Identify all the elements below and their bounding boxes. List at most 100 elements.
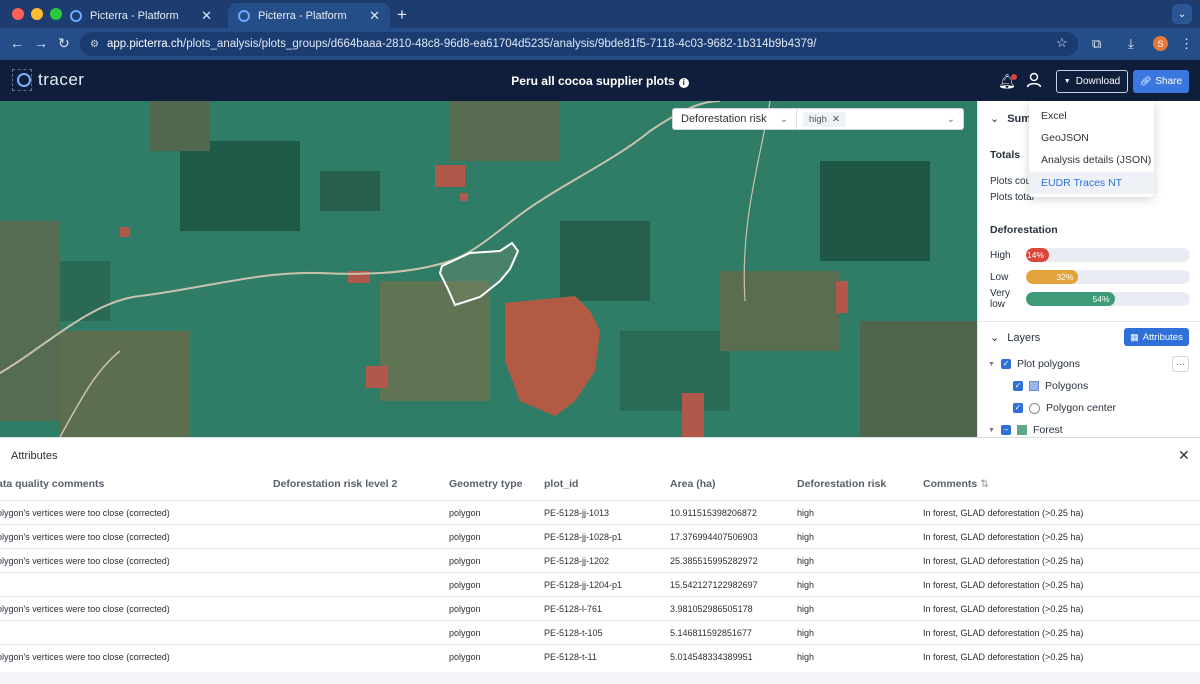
table-row[interactable]: olygon's vertices were too close (correc… [0, 596, 1200, 620]
column-header[interactable]: Area (ha) [670, 478, 716, 490]
tab-title: Picterra - Platform [258, 9, 347, 22]
menu-item-analysis-json[interactable]: Analysis details (JSON) [1029, 149, 1154, 171]
menu-item-geojson[interactable]: GeoJSON [1029, 127, 1154, 149]
download-button[interactable]: ▼ Download [1056, 70, 1128, 93]
layer-polygon-center[interactable]: ✓ Polygon center [1013, 402, 1116, 414]
browser-address-bar: ← → ↻ ⚙ app.picterra.ch/plots_analysis/p… [0, 28, 1200, 60]
deforestation-bar-very-low: Very low 54% [990, 288, 1190, 310]
column-header[interactable]: Comments ⇅ [923, 478, 989, 490]
remove-chip-icon[interactable]: ✕ [832, 114, 840, 125]
info-icon[interactable]: i [678, 78, 689, 88]
close-tab-icon[interactable]: ✕ [201, 8, 212, 24]
column-header[interactable]: Geometry type [449, 478, 523, 490]
bar-label: Low [990, 271, 1009, 283]
table-cell: PE-5128-jj-1028-p1 [544, 532, 623, 542]
table-cell: 15.542127122982697 [670, 580, 758, 590]
download-menu: Excel GeoJSON Analysis details (JSON) EU… [1029, 101, 1154, 197]
table-cell: In forest, GLAD deforestation (>0.25 ha) [923, 580, 1084, 590]
new-tab-icon[interactable]: + [397, 5, 407, 25]
close-icon[interactable]: ✕ [1178, 447, 1190, 464]
sort-icon[interactable]: ⇅ [980, 478, 989, 490]
profile-avatar[interactable]: S [1153, 36, 1168, 51]
layer-polygons[interactable]: ✓ Polygons [1013, 380, 1088, 392]
attributes-panel: Attributes ✕ ata quality comments Defore… [0, 437, 1200, 684]
table-cell: PE-5128-l-761 [544, 604, 603, 614]
divider [978, 321, 1200, 322]
url-field[interactable]: ⚙ app.picterra.ch/plots_analysis/plots_g… [80, 32, 1078, 56]
back-arrow-icon[interactable]: ← [10, 35, 24, 51]
bookmark-star-icon[interactable]: ☆ [1056, 35, 1068, 51]
layer-forest[interactable]: ▼ – Forest [988, 424, 1063, 436]
browser-tab-1[interactable]: Picterra - Platform ✕ [60, 3, 222, 28]
filter-field-label: Deforestation risk [681, 113, 767, 125]
checkbox-checked[interactable]: ✓ [1000, 359, 1011, 369]
table-cell: polygon [449, 508, 481, 518]
bar-fill: 54% [1026, 292, 1115, 306]
more-options-button[interactable]: ··· [1172, 356, 1189, 372]
satellite-map[interactable] [0, 101, 977, 437]
link-icon: 🔗︎ [1139, 76, 1152, 86]
close-window-button[interactable] [12, 8, 24, 20]
table-row[interactable]: olygon's vertices were too close (correc… [0, 500, 1200, 524]
browser-menu-icon[interactable]: ⋮ [1180, 36, 1193, 52]
caret-down-icon[interactable]: ▼ [988, 361, 995, 368]
table-cell: olygon's vertices were too close (correc… [0, 652, 170, 662]
checkbox-indeterminate[interactable]: – [1000, 425, 1011, 435]
deforestation-risk-filter[interactable]: Deforestation risk ⌄ high ✕ ⌄ [672, 108, 964, 130]
table-cell: olygon's vertices were too close (correc… [0, 604, 170, 614]
table-cell: In forest, GLAD deforestation (>0.25 ha) [923, 604, 1084, 614]
table-row[interactable]: olygon's vertices were too close (correc… [0, 644, 1200, 668]
table-cell: 5.146811592851677 [670, 628, 752, 638]
checkbox-checked[interactable]: ✓ [1013, 403, 1023, 413]
polygon-swatch-icon [1029, 381, 1039, 391]
bar-fill: 14% [1026, 248, 1049, 262]
table-cell: 25.385515995282972 [670, 556, 758, 566]
column-header[interactable]: ata quality comments [0, 478, 104, 490]
filter-field-select[interactable]: Deforestation risk ⌄ [673, 109, 797, 129]
filter-value-chip[interactable]: high ✕ [803, 111, 846, 127]
layer-label: Polygon center [1046, 402, 1117, 414]
download-tray-icon[interactable]: ⤓ [1128, 36, 1134, 52]
menu-item-eudr-traces[interactable]: EUDR Traces NT [1029, 172, 1154, 194]
picterra-favicon-icon [70, 9, 82, 22]
reload-icon[interactable]: ↻ [58, 35, 70, 52]
caret-down-icon[interactable]: ▼ [988, 427, 995, 434]
column-header[interactable]: Deforestation risk level 2 [273, 478, 397, 490]
attributes-button-label: Attributes [1142, 331, 1183, 343]
bar-fill: 32% [1026, 270, 1079, 284]
caret-down-icon: ▼ [1063, 78, 1071, 85]
table-cell: In forest, GLAD deforestation (>0.25 ha) [923, 556, 1084, 566]
table-row[interactable]: polygon PE-5128-jj-1204-p1 15.5421271229… [0, 572, 1200, 596]
user-account-icon[interactable] [1026, 72, 1042, 88]
site-settings-icon[interactable]: ⚙ [90, 39, 99, 50]
column-header[interactable]: Deforestation risk [797, 478, 886, 490]
menu-item-excel[interactable]: Excel [1029, 105, 1154, 127]
checkbox-checked[interactable]: ✓ [1013, 381, 1023, 391]
forest-swatch-icon [1016, 425, 1027, 435]
deforestation-heading: Deforestation [990, 224, 1058, 236]
layer-plot-polygons[interactable]: ▼ ✓ Plot polygons [988, 358, 1080, 370]
close-tab-icon[interactable]: ✕ [369, 8, 380, 24]
table-cell: polygon [449, 556, 481, 566]
browser-tab-2[interactable]: Picterra - Platform ✕ [228, 3, 390, 28]
attributes-button[interactable]: ▦ Attributes [1124, 328, 1189, 346]
table-cell: olygon's vertices were too close (correc… [0, 556, 170, 566]
share-button[interactable]: 🔗︎ Share [1133, 70, 1189, 93]
tab-search-chevron-icon[interactable]: ⌄ [1172, 4, 1192, 24]
forward-arrow-icon[interactable]: → [34, 35, 48, 51]
minimize-window-button[interactable] [31, 8, 43, 20]
layers-section-header[interactable]: ⌄ Layers [990, 331, 1040, 345]
table-cell: olygon's vertices were too close (correc… [0, 532, 170, 542]
chevron-down-icon: ⌄ [779, 113, 788, 125]
extensions-icon[interactable]: ⧉ [1092, 36, 1101, 52]
table-row[interactable]: polygon PE-5128-t-105 5.146811592851677 … [0, 620, 1200, 644]
table-row[interactable]: olygon's vertices were too close (correc… [0, 524, 1200, 548]
column-header[interactable]: plot_id [544, 478, 578, 490]
table-row[interactable]: olygon's vertices were too close (correc… [0, 548, 1200, 572]
picterra-favicon-icon [238, 9, 250, 22]
table-cell: polygon [449, 532, 481, 542]
layer-label: Polygons [1045, 380, 1089, 392]
chevron-down-icon[interactable]: ⌄ [947, 114, 955, 125]
table-cell: polygon [449, 628, 481, 638]
table-cell: polygon [449, 604, 481, 614]
